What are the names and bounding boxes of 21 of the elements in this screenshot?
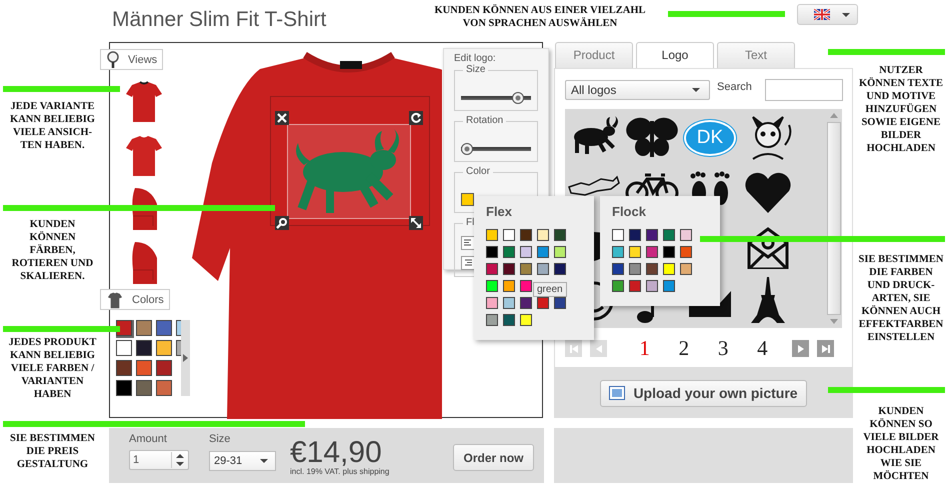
annotation-text: SIE BESTIMMEN DIE FARBEN UND DRUCK- ARTEN, SIE KÖNNEN AUCH EFFEKTFARBEN EINSTELLEN — [858, 253, 944, 344]
price: €14,90 — [290, 439, 382, 467]
tooltip: green — [533, 282, 567, 297]
search-label: Search — [717, 80, 752, 93]
annotation-text: JEDES PRODUKT KANN BELIEBIG VIELE FARBEN / VARIANTEN HABEN — [8, 336, 98, 401]
annotation-text: JEDE VARIANTE KANN BELIEBIG VIELE ANSICH- TEN HABEN. — [9, 100, 96, 152]
size-label: Size — [209, 433, 232, 447]
product-title: Männer Slim Fit T-Shirt — [112, 8, 326, 32]
price-note: incl. 19% VAT. plus shipping — [290, 467, 390, 476]
amount-label: Amount — [129, 433, 168, 447]
annotation-text: KUNDEN KÖNNEN SO VIELE BILDER HOCHLADEN WIE SIE MÖCHTEN — [862, 405, 940, 483]
annotation-text: KUNDEN KÖNNEN FÄRBEN, ROTIEREN UND SKALIEREN. — [10, 218, 94, 283]
popup-title: Flex — [486, 204, 514, 219]
group-label: Color — [463, 166, 493, 177]
group-label: Rotation — [463, 115, 506, 126]
popup-title: Flock — [612, 204, 647, 219]
group-label: Size — [463, 64, 488, 75]
annotation-text: SIE BESTIMMEN DIE PREIS GESTALTUNG — [9, 432, 96, 471]
annotation-text: NUTZER KÖNNEN TEXTE UND MOTIVE HINZUFÜGEN SOWIE EIGENE BILDER HOCHLADEN — [858, 64, 944, 155]
annotation-text: KUNDEN KÖNNEN AUS EINER VIELZAHL VON SPRACHEN AUSWÄHLEN — [433, 4, 646, 30]
edit-logo-title: Edit logo: — [454, 53, 497, 64]
